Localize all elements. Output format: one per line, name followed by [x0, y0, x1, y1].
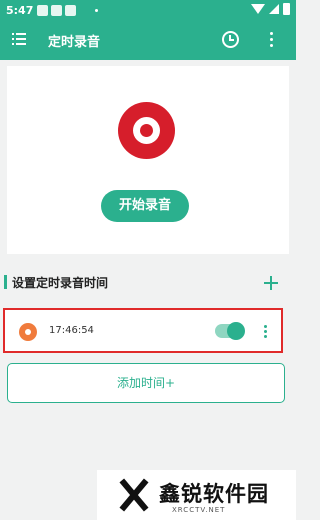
signal-icon [269, 4, 279, 14]
bluetooth-icon [79, 5, 87, 16]
clock-icon[interactable] [222, 31, 239, 48]
schedule-row[interactable]: 17:46:54 [3, 308, 283, 353]
app-bar: 定时录音 [0, 20, 296, 60]
page-title: 定时录音 [48, 35, 101, 50]
start-recording-button[interactable]: 开始录音 [101, 190, 189, 222]
notification-icon [37, 4, 49, 16]
record-card: 开始录音 [7, 66, 289, 254]
alarm-icon [19, 323, 37, 341]
menu-icon[interactable] [12, 32, 26, 46]
status-bar: 5:47 [0, 0, 296, 20]
section-marker [4, 275, 7, 289]
add-icon[interactable] [264, 276, 278, 290]
more-options-icon[interactable] [270, 32, 273, 47]
section-title: 设置定时录音时间 [12, 276, 109, 290]
add-time-button[interactable]: 添加时间+ [7, 363, 285, 403]
battery-icon [283, 3, 290, 15]
dot-icon [95, 8, 99, 12]
x-logo-icon [117, 478, 151, 512]
watermark-domain: XRCCTV.NET [172, 506, 226, 514]
row-more-options-icon[interactable] [264, 325, 267, 338]
schedule-toggle[interactable] [215, 322, 245, 340]
schedule-time: 17:46:54 [49, 325, 94, 336]
watermark: 鑫锐软件园 XRCCTV.NET [97, 470, 296, 520]
watermark-name: 鑫锐软件园 [159, 482, 269, 506]
toggle-knob [227, 322, 245, 340]
record-icon [118, 102, 175, 159]
notification-icon [65, 4, 77, 16]
notification-icon [51, 4, 63, 16]
wifi-icon [251, 4, 265, 14]
status-time: 5:47 [6, 3, 34, 17]
